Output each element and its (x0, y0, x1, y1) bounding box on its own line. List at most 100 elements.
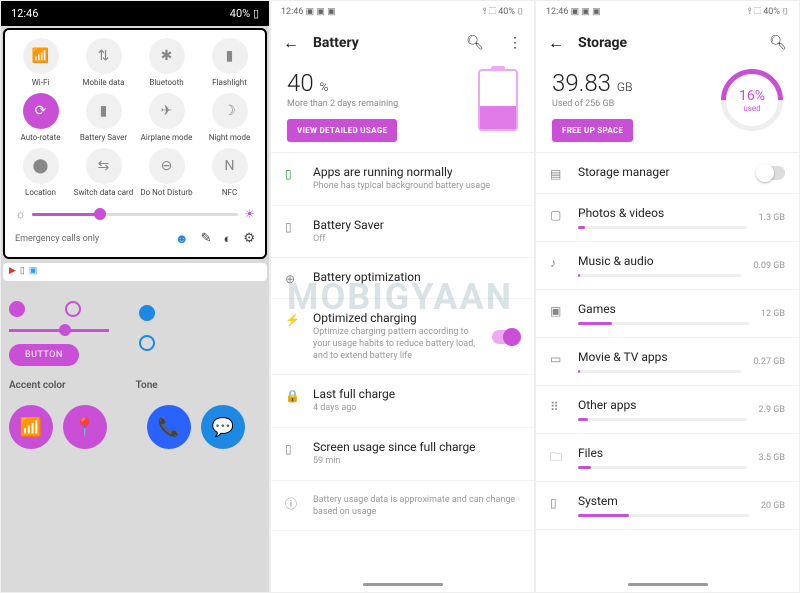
qs-tile-bluetooth[interactable]: ✱ Bluetooth (135, 38, 198, 87)
qs-tile-battery-saver[interactable]: ▮Battery Saver (72, 93, 135, 142)
qs-tile-icon: ⊖ (149, 148, 185, 184)
qs-tile-airplane-mode[interactable]: ✈Airplane mode (135, 93, 198, 142)
item-subtitle: Optimize charging pattern according to y… (313, 327, 480, 362)
item-title: Last full charge (313, 387, 520, 401)
page-title: Storage (578, 35, 745, 51)
accent-label: Accent color (9, 380, 66, 391)
qs-tile-icon: ▮ (212, 38, 248, 74)
qs-tile-icon: ✱ (149, 38, 185, 74)
qs-tile-label: Bluetooth (149, 78, 183, 87)
qs-tile-label: NFC (222, 188, 237, 197)
qs-tile-label: Auto-rotate (21, 133, 61, 142)
qs-tile-label: Battery Saver (80, 133, 127, 142)
view-usage-button[interactable]: VIEW DETAILED USAGE (287, 119, 397, 142)
qs-tile-do-not-disturb[interactable]: ⊖Do Not Disturb (135, 148, 198, 197)
item-icon: ▭ (550, 352, 566, 366)
item-icon: 🔒 (285, 389, 301, 403)
status-battery: 40% ▯ (230, 7, 259, 20)
search-icon[interactable]: 🔍︎ (769, 35, 787, 51)
list-item[interactable]: ▯ Apps are running normally Phone has ty… (271, 153, 534, 206)
list-item[interactable]: ⠿ Other apps2.9 GB (536, 386, 799, 434)
settings-icon[interactable]: ⚙ (243, 231, 255, 247)
qs-tile-nfc[interactable]: NNFC (198, 148, 261, 197)
item-icon: 🗀 (550, 448, 566, 469)
status-time: 12:46 (11, 7, 38, 20)
qs-tile-flashlight[interactable]: ▮Flashlight (198, 38, 261, 87)
item-value: 2.9 GB (759, 405, 785, 415)
list-item[interactable]: 🗀 Files 3.5 GB (536, 434, 799, 482)
list-item[interactable]: ▭ Movie & TV apps0.27 GB (536, 338, 799, 386)
qs-tile-icon: ⬤ (23, 148, 59, 184)
item-value: 20 GB (761, 501, 785, 511)
list-item[interactable]: 🔒 Last full charge 4 days ago (271, 375, 534, 428)
status-bar: 12:46 ▣ ▣ ▣ ⫯ ⬚ 40% ▯ (536, 1, 799, 23)
list-item[interactable]: ⊕ Battery optimization (271, 258, 534, 299)
status-bar: 12:46 40% ▯ (1, 1, 269, 26)
theme-button[interactable]: BUTTON (9, 344, 79, 366)
more-icon[interactable]: ⋮ (508, 35, 522, 51)
qs-tile-mobile-data[interactable]: ⇅Mobile data (72, 38, 135, 87)
qs-tile-label: Night mode (209, 133, 250, 142)
storage-panel: 12:46 ▣ ▣ ▣ ⫯ ⬚ 40% ▯ ← Storage 🔍︎ 39.83… (535, 0, 800, 593)
item-title: Files (578, 446, 747, 460)
item-subtitle: 4 days ago (313, 403, 520, 415)
list-item[interactable]: ▯ System20 GB (536, 482, 799, 530)
qs-tile-auto-rotate[interactable]: ⟳Auto-rotate (9, 93, 72, 142)
item-icon: ⠿ (550, 400, 566, 414)
qs-tile-switch-data-card[interactable]: ⇆Switch data card (72, 148, 135, 197)
qs-tile-wi-fi[interactable]: 📶Wi-Fi (9, 38, 72, 87)
item-icon: ▯ (285, 220, 301, 234)
back-icon[interactable]: ← (548, 33, 564, 53)
list-item[interactable]: ▯ Battery Saver Off (271, 206, 534, 259)
nav-bar[interactable] (363, 583, 443, 586)
item-title: Battery Saver (313, 218, 520, 232)
item-icon: ⓘ (285, 495, 301, 512)
list-item[interactable]: ▯ Screen usage since full charge 59 min (271, 428, 534, 481)
nav-bar[interactable] (628, 583, 708, 586)
toggle[interactable] (757, 166, 785, 180)
qs-tile-night-mode[interactable]: ☽Night mode (198, 93, 261, 142)
qs-tile-label: Mobile data (83, 78, 125, 87)
brightness-high-icon: ☀ (244, 207, 255, 221)
item-icon: ♪ (550, 256, 566, 270)
back-icon[interactable]: ← (283, 33, 299, 53)
quick-settings-card: 📶Wi-Fi⇅Mobile data ✱ Bluetooth ▮Flashlight ⟳… (3, 28, 267, 259)
qs-tile-label: Airplane mode (141, 133, 193, 142)
item-value: 1.3 GB (759, 213, 785, 223)
item-value: 0.09 GB (753, 261, 785, 271)
item-subtitle: Phone has typical background battery usa… (313, 181, 520, 193)
list-item[interactable]: ⚡ Optimized charging Optimize charging p… (271, 299, 534, 375)
item-title: Photos & videos (578, 206, 747, 220)
item-icon: ⚡ (285, 313, 301, 327)
item-subtitle: 59 min (313, 456, 520, 468)
item-value: 3.5 GB (759, 453, 785, 463)
brightness-slider[interactable]: ☼ ☀ (9, 197, 261, 225)
item-icon: ▯ (285, 167, 301, 181)
qs-tile-label: Switch data card (74, 188, 133, 197)
list-item[interactable]: ▢ Photos & videos1.3 GB (536, 194, 799, 242)
list-item[interactable]: ⓘ Battery usage data is approximate and … (271, 481, 534, 531)
battery-panel: 12:46 ▣ ▣ ▣ ⫯ ⬚ 40% ▯ ← Battery 🔍︎ ⋮ 40 … (270, 0, 535, 593)
theme-icon[interactable]: ◐ (223, 231, 231, 247)
list-item[interactable]: ♪ Music & audio0.09 GB (536, 242, 799, 290)
free-space-button[interactable]: FREE UP SPACE (552, 119, 633, 142)
item-icon: ▣ (550, 304, 566, 318)
item-value: 12 GB (761, 309, 785, 319)
item-icon: ▯ (285, 442, 301, 456)
brightness-low-icon: ☼ (15, 207, 26, 221)
search-icon[interactable]: 🔍︎ (466, 35, 484, 51)
user-icon[interactable]: ☻ (175, 231, 189, 247)
list-item[interactable]: ▤ Storage manager (536, 153, 799, 194)
edit-icon[interactable]: ✎ (201, 231, 212, 247)
item-title: Optimized charging (313, 311, 480, 325)
notification-tray[interactable]: ▶▯▣ (3, 263, 267, 281)
tone-message-icon: 💬 (201, 405, 245, 449)
qs-tile-location[interactable]: ⬤ Location (9, 148, 72, 197)
item-title: Movie & TV apps (578, 350, 741, 364)
qs-tile-label: Location (25, 188, 56, 197)
tone-label: Tone (136, 380, 158, 391)
list-item[interactable]: ▣ Games12 GB (536, 290, 799, 338)
storage-ring: 16% used (721, 69, 783, 131)
toggle[interactable] (492, 330, 520, 344)
item-icon: ⊕ (285, 272, 301, 286)
